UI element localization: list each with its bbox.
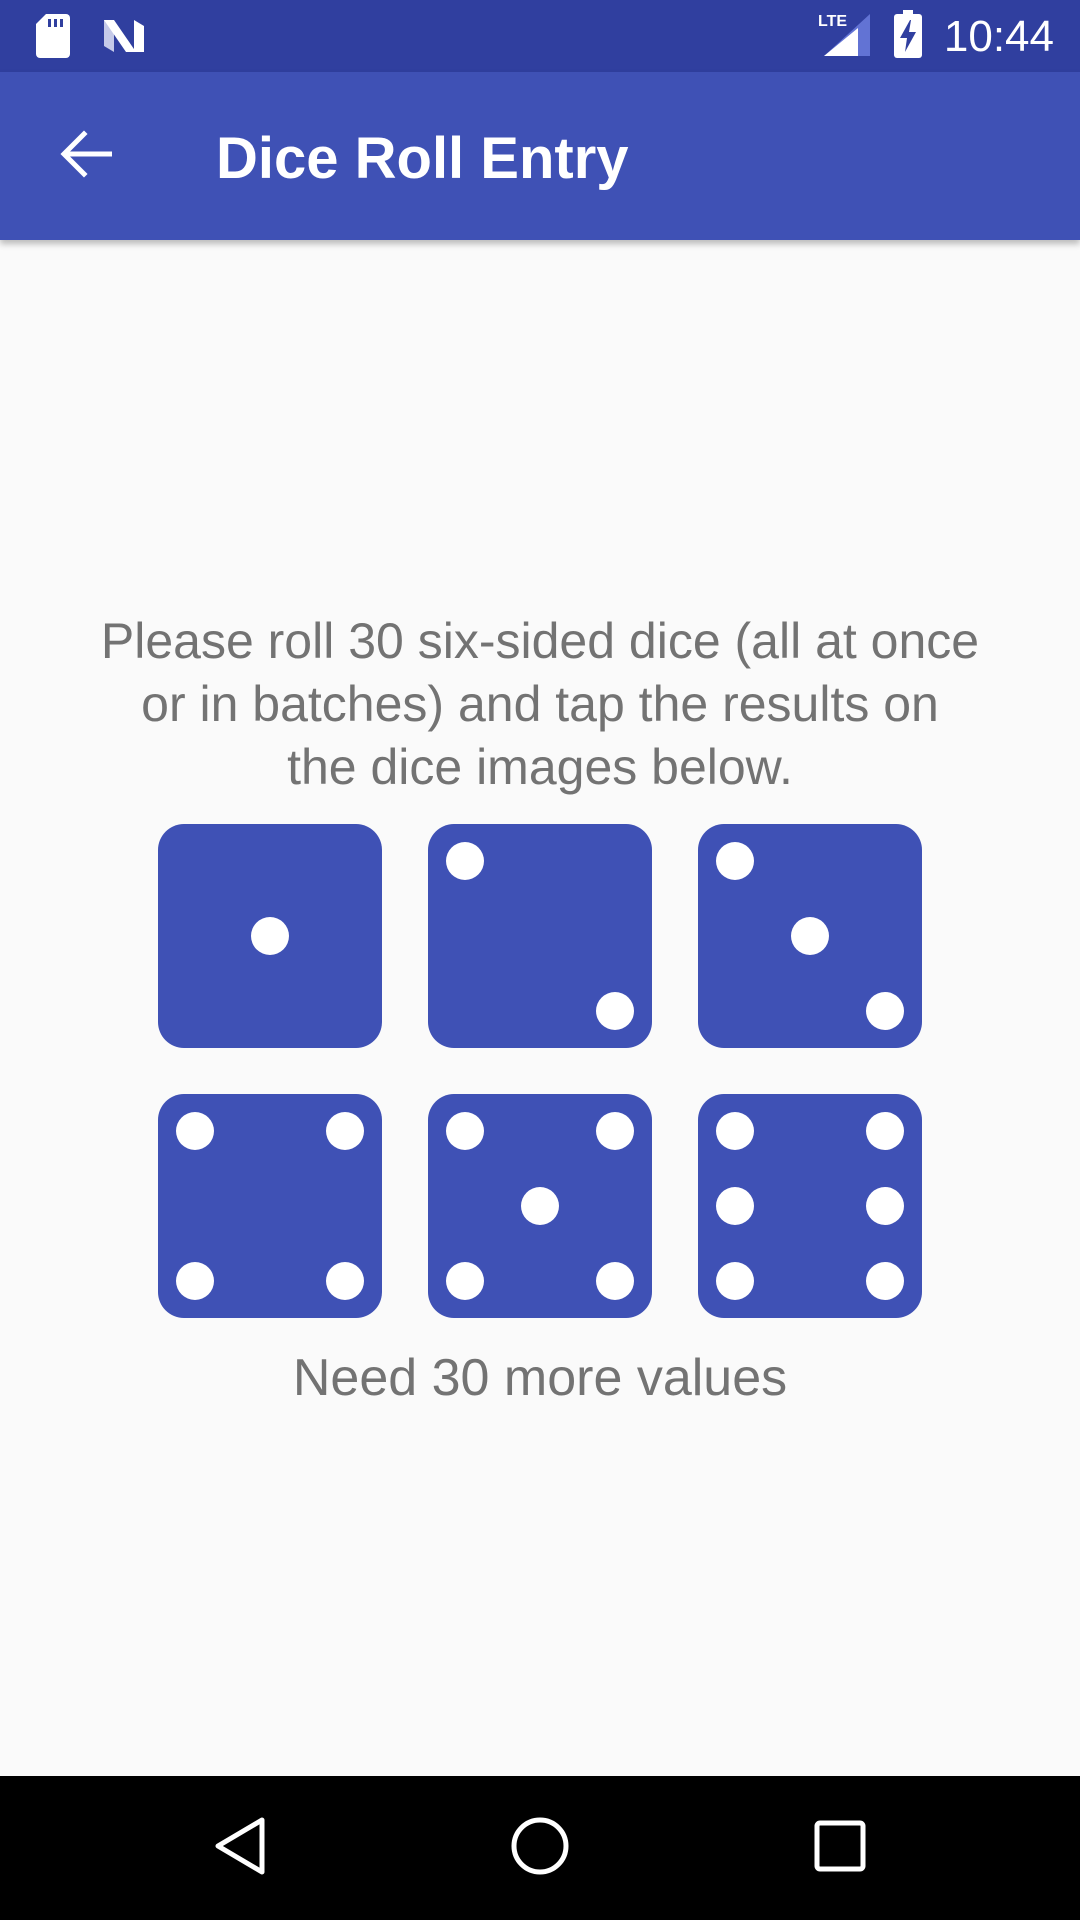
app-bar: Dice Roll Entry — [0, 72, 1080, 240]
pip — [866, 992, 904, 1030]
back-button[interactable] — [44, 114, 128, 198]
lte-signal-icon: LTE — [818, 10, 872, 63]
pip — [596, 1112, 634, 1150]
instructions-text: Please roll 30 six-sided dice (all at on… — [100, 613, 980, 795]
home-circle-icon — [510, 1816, 570, 1881]
pip — [446, 1112, 484, 1150]
pip — [866, 1112, 904, 1150]
die-4-button[interactable] — [158, 1094, 382, 1318]
pip — [716, 842, 754, 880]
die-6-button[interactable] — [698, 1094, 922, 1318]
n-logo-icon — [102, 16, 146, 61]
pip — [251, 917, 289, 955]
pip — [716, 1112, 754, 1150]
system-nav-bar — [0, 1776, 1080, 1920]
pip — [521, 1187, 559, 1225]
nav-recents-button[interactable] — [794, 1802, 886, 1894]
pip — [716, 1262, 754, 1300]
pip — [866, 1187, 904, 1225]
die-3-button[interactable] — [698, 824, 922, 1048]
svg-text:LTE: LTE — [818, 13, 847, 30]
pip — [596, 1262, 634, 1300]
back-triangle-icon — [212, 1816, 268, 1881]
die-2-button[interactable] — [428, 824, 652, 1048]
pip — [326, 1112, 364, 1150]
main-content: Please roll 30 six-sided dice (all at on… — [0, 240, 1080, 1776]
dice-grid — [158, 824, 922, 1320]
sd-card-icon — [36, 14, 70, 63]
pip — [326, 1262, 364, 1300]
die-5-button[interactable] — [428, 1094, 652, 1318]
pip — [446, 842, 484, 880]
pip — [446, 1262, 484, 1300]
remaining-values-text: Need 30 more values — [292, 1349, 788, 1407]
status-bar: LTE 10:44 — [0, 0, 1080, 72]
pip — [176, 1112, 214, 1150]
pip — [866, 1262, 904, 1300]
pip — [596, 992, 634, 1030]
pip — [716, 1187, 754, 1225]
clock: 10:44 — [943, 11, 1054, 61]
pip — [791, 917, 829, 955]
arrow-back-icon — [60, 129, 113, 183]
page-title: Dice Roll Entry — [216, 126, 629, 191]
pip — [176, 1262, 214, 1300]
battery-charging-icon — [893, 10, 922, 63]
nav-back-button[interactable] — [194, 1802, 286, 1894]
recents-square-icon — [813, 1819, 867, 1878]
die-1-button[interactable] — [158, 824, 382, 1048]
nav-home-button[interactable] — [494, 1802, 586, 1894]
